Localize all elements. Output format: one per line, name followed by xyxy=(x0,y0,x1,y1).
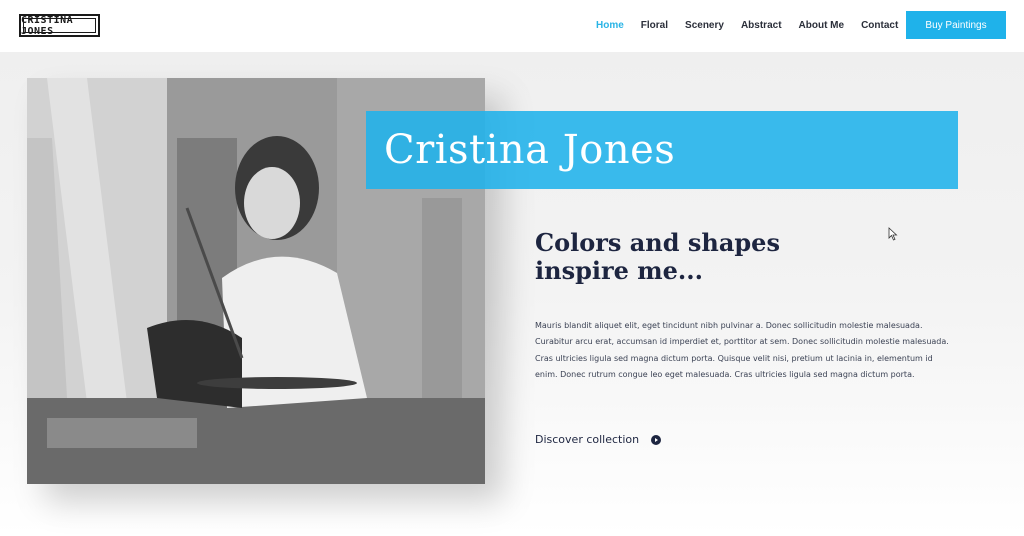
play-circle-icon xyxy=(651,434,662,445)
site-header: Cristina Jones Home Floral Scenery Abstr… xyxy=(0,0,1024,52)
discover-collection-label: Discover collection xyxy=(535,433,640,446)
buy-paintings-button[interactable]: Buy Paintings xyxy=(906,11,1006,39)
main-nav: Home Floral Scenery Abstract About Me Co… xyxy=(596,0,915,50)
hero-body-text: Mauris blandit aliquet elit, eget tincid… xyxy=(535,321,949,379)
artist-name-banner: Cristina Jones xyxy=(366,111,958,189)
nav-item-home[interactable]: Home xyxy=(596,20,624,31)
discover-collection-link[interactable]: Discover collection xyxy=(535,433,662,446)
nav-item-scenery[interactable]: Scenery xyxy=(685,20,724,31)
nav-item-abstract[interactable]: Abstract xyxy=(741,20,782,31)
nav-item-contact[interactable]: Contact xyxy=(861,20,898,31)
nav-item-floral[interactable]: Floral xyxy=(641,20,668,31)
hero-tagline: Colors and shapes inspire me... xyxy=(535,229,835,285)
tagline-line-2: inspire me... xyxy=(535,256,703,285)
artist-name: Cristina Jones xyxy=(384,127,676,173)
nav-item-about-me[interactable]: About Me xyxy=(799,20,845,31)
site-logo[interactable]: Cristina Jones xyxy=(19,14,100,37)
mouse-cursor-icon xyxy=(888,227,898,241)
tagline-line-1: Colors and shapes xyxy=(535,228,780,257)
